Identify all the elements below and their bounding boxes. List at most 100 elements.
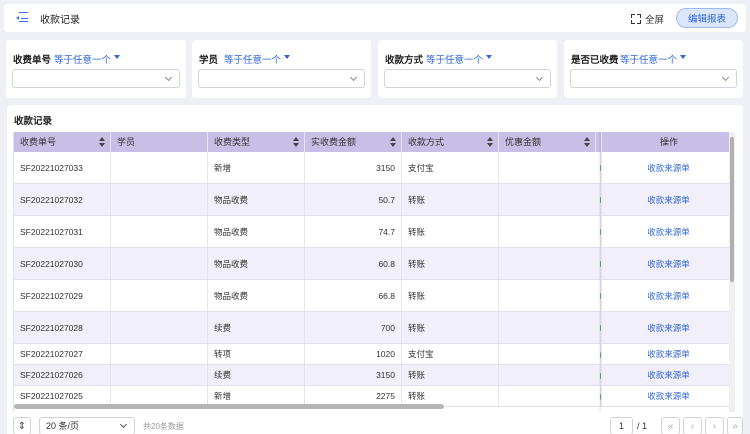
source-order-link[interactable]: 收款来源单 xyxy=(601,152,735,183)
chevron-down-icon xyxy=(164,73,173,82)
source-order-link[interactable]: 收款来源单 xyxy=(601,216,735,247)
filter-operator[interactable]: 等于任意一个 xyxy=(224,52,281,66)
cell-type: 物品收费 xyxy=(208,248,305,279)
cell-no: SF20221027033 xyxy=(14,152,111,183)
vertical-scrollbar[interactable] xyxy=(729,132,735,412)
cell-student xyxy=(111,280,208,311)
next-page-button[interactable]: › xyxy=(705,417,724,434)
chevron-down-icon xyxy=(119,420,128,429)
source-order-link[interactable]: 收款来源单 xyxy=(601,248,735,279)
table-row[interactable]: SF20221027030 物品收费 60.8 转账 收款来源单 xyxy=(14,248,735,280)
table-row[interactable]: SF20221027032 物品收费 50.7 转账 收款来源单 xyxy=(14,184,735,216)
cell-no: SF20221027029 xyxy=(14,280,111,311)
sort-icon[interactable] xyxy=(487,137,493,147)
records-panel: 收款记录 收费单号 学员 收费类型 实收费金额 收款方式 优惠金额 SF2022… xyxy=(7,105,743,434)
cell-amount: 1020 xyxy=(305,344,402,364)
page-total: / 1 xyxy=(637,421,648,431)
cell-type: 新增 xyxy=(208,386,305,406)
page-number-input[interactable]: 1 xyxy=(610,417,633,434)
cell-method: 转账 xyxy=(402,280,499,311)
chevron-down-icon xyxy=(349,73,358,82)
source-order-link[interactable]: 收款来源单 xyxy=(601,344,735,364)
filter-select[interactable] xyxy=(12,69,180,88)
column-header-order-no[interactable]: 收费单号 xyxy=(14,132,111,152)
prev-page-button[interactable]: ‹ xyxy=(683,417,702,434)
cell-discount xyxy=(499,216,601,247)
cell-method: 转账 xyxy=(402,365,499,385)
column-header-type[interactable]: 收费类型 xyxy=(208,132,305,152)
column-header-student[interactable]: 学员 xyxy=(111,132,208,152)
filter-select[interactable] xyxy=(198,69,365,88)
sort-icon[interactable] xyxy=(99,137,105,147)
cell-method: 转账 xyxy=(402,216,499,247)
caret-down-icon[interactable] xyxy=(114,55,120,59)
cell-student xyxy=(111,248,208,279)
source-order-link[interactable]: 收款来源单 xyxy=(601,365,735,385)
cell-discount xyxy=(499,184,601,215)
table-row[interactable]: SF20221027028 续费 700 转账 收款来源单 xyxy=(14,312,735,344)
source-order-link[interactable]: 收款来源单 xyxy=(601,312,735,343)
filter-order-no: 收费单号 等于任意一个 xyxy=(6,40,186,98)
cell-amount: 50.7 xyxy=(305,184,402,215)
horizontal-scrollbar[interactable] xyxy=(14,404,444,409)
cell-student xyxy=(111,216,208,247)
chevron-down-icon xyxy=(535,73,544,82)
cell-amount: 60.8 xyxy=(305,248,402,279)
table-row[interactable]: SF20221027026 续费 3150 转账 收款来源单 xyxy=(14,365,735,386)
sort-icon[interactable] xyxy=(293,137,299,147)
total-count: 共20条数据 xyxy=(143,422,184,431)
table-row[interactable]: SF20221027033 新增 3150 支付宝 收款来源单 xyxy=(14,152,735,184)
edit-report-button[interactable]: 编辑报表 xyxy=(676,8,738,28)
cell-method: 转账 xyxy=(402,248,499,279)
source-order-link[interactable]: 收款来源单 xyxy=(601,386,735,406)
filter-operator[interactable]: 等于任意一个 xyxy=(54,52,111,66)
cell-no: SF20221027032 xyxy=(14,184,111,215)
caret-down-icon[interactable] xyxy=(284,55,290,59)
cell-method: 支付宝 xyxy=(402,152,499,183)
filter-select[interactable] xyxy=(570,69,737,88)
filter-select[interactable] xyxy=(384,69,551,88)
caret-down-icon[interactable] xyxy=(486,55,492,59)
filter-label: 收款方式 xyxy=(385,55,424,66)
page-size-select[interactable]: 20 条/页 xyxy=(39,417,135,434)
source-order-link[interactable]: 收款来源单 xyxy=(601,280,735,311)
filter-operator[interactable]: 等于任意一个 xyxy=(620,52,677,66)
filter-label: 是否已收费 xyxy=(571,55,619,66)
cell-no: SF20221027030 xyxy=(14,248,111,279)
table-row[interactable]: SF20221027029 物品收费 66.8 转账 收款来源单 xyxy=(14,280,735,312)
collapse-menu-icon[interactable] xyxy=(16,12,30,24)
column-header-discount[interactable]: 优惠金额 xyxy=(499,132,596,152)
table-row[interactable]: SF20221027031 物品收费 74.7 转账 收款来源单 xyxy=(14,216,735,248)
cell-student xyxy=(111,386,208,406)
cell-type: 物品收费 xyxy=(208,280,305,311)
cell-amount: 3150 xyxy=(305,365,402,385)
fullscreen-label: 全屏 xyxy=(644,15,664,26)
table-row[interactable]: SF20221027027 转项 1020 支付宝 收款来源单 xyxy=(14,344,735,365)
filter-operator[interactable]: 等于任意一个 xyxy=(426,52,483,66)
cell-discount xyxy=(499,248,601,279)
sort-icon[interactable] xyxy=(390,137,396,147)
filter-label: 学员 xyxy=(199,55,219,66)
first-page-button[interactable]: « xyxy=(661,417,680,434)
last-page-button[interactable]: » xyxy=(727,417,743,434)
cell-type: 物品收费 xyxy=(208,216,305,247)
fullscreen-icon xyxy=(630,14,641,24)
caret-down-icon[interactable] xyxy=(680,55,686,59)
row-height-icon[interactable]: ⇕ xyxy=(13,417,31,434)
cell-no: SF20221027031 xyxy=(14,216,111,247)
cell-no: SF20221027026 xyxy=(14,365,111,385)
cell-type: 续费 xyxy=(208,312,305,343)
fullscreen-button[interactable]: 全屏 xyxy=(630,12,664,26)
cell-amount: 2275 xyxy=(305,386,402,406)
sort-icon[interactable] xyxy=(584,137,590,147)
source-order-link[interactable]: 收款来源单 xyxy=(601,184,735,215)
records-table: 收费单号 学员 收费类型 实收费金额 收款方式 优惠金额 SF202210270… xyxy=(13,132,735,412)
pagination-bar: ⇕ 20 条/页 共20条数据 1 / 1 « ‹ › » xyxy=(13,416,743,434)
column-header-method[interactable]: 收款方式 xyxy=(402,132,499,152)
cell-method: 转账 xyxy=(402,184,499,215)
cell-type: 续费 xyxy=(208,365,305,385)
cell-amount: 3150 xyxy=(305,152,402,183)
cell-student xyxy=(111,152,208,183)
column-header-amount[interactable]: 实收费金额 xyxy=(305,132,402,152)
cell-discount xyxy=(499,312,601,343)
